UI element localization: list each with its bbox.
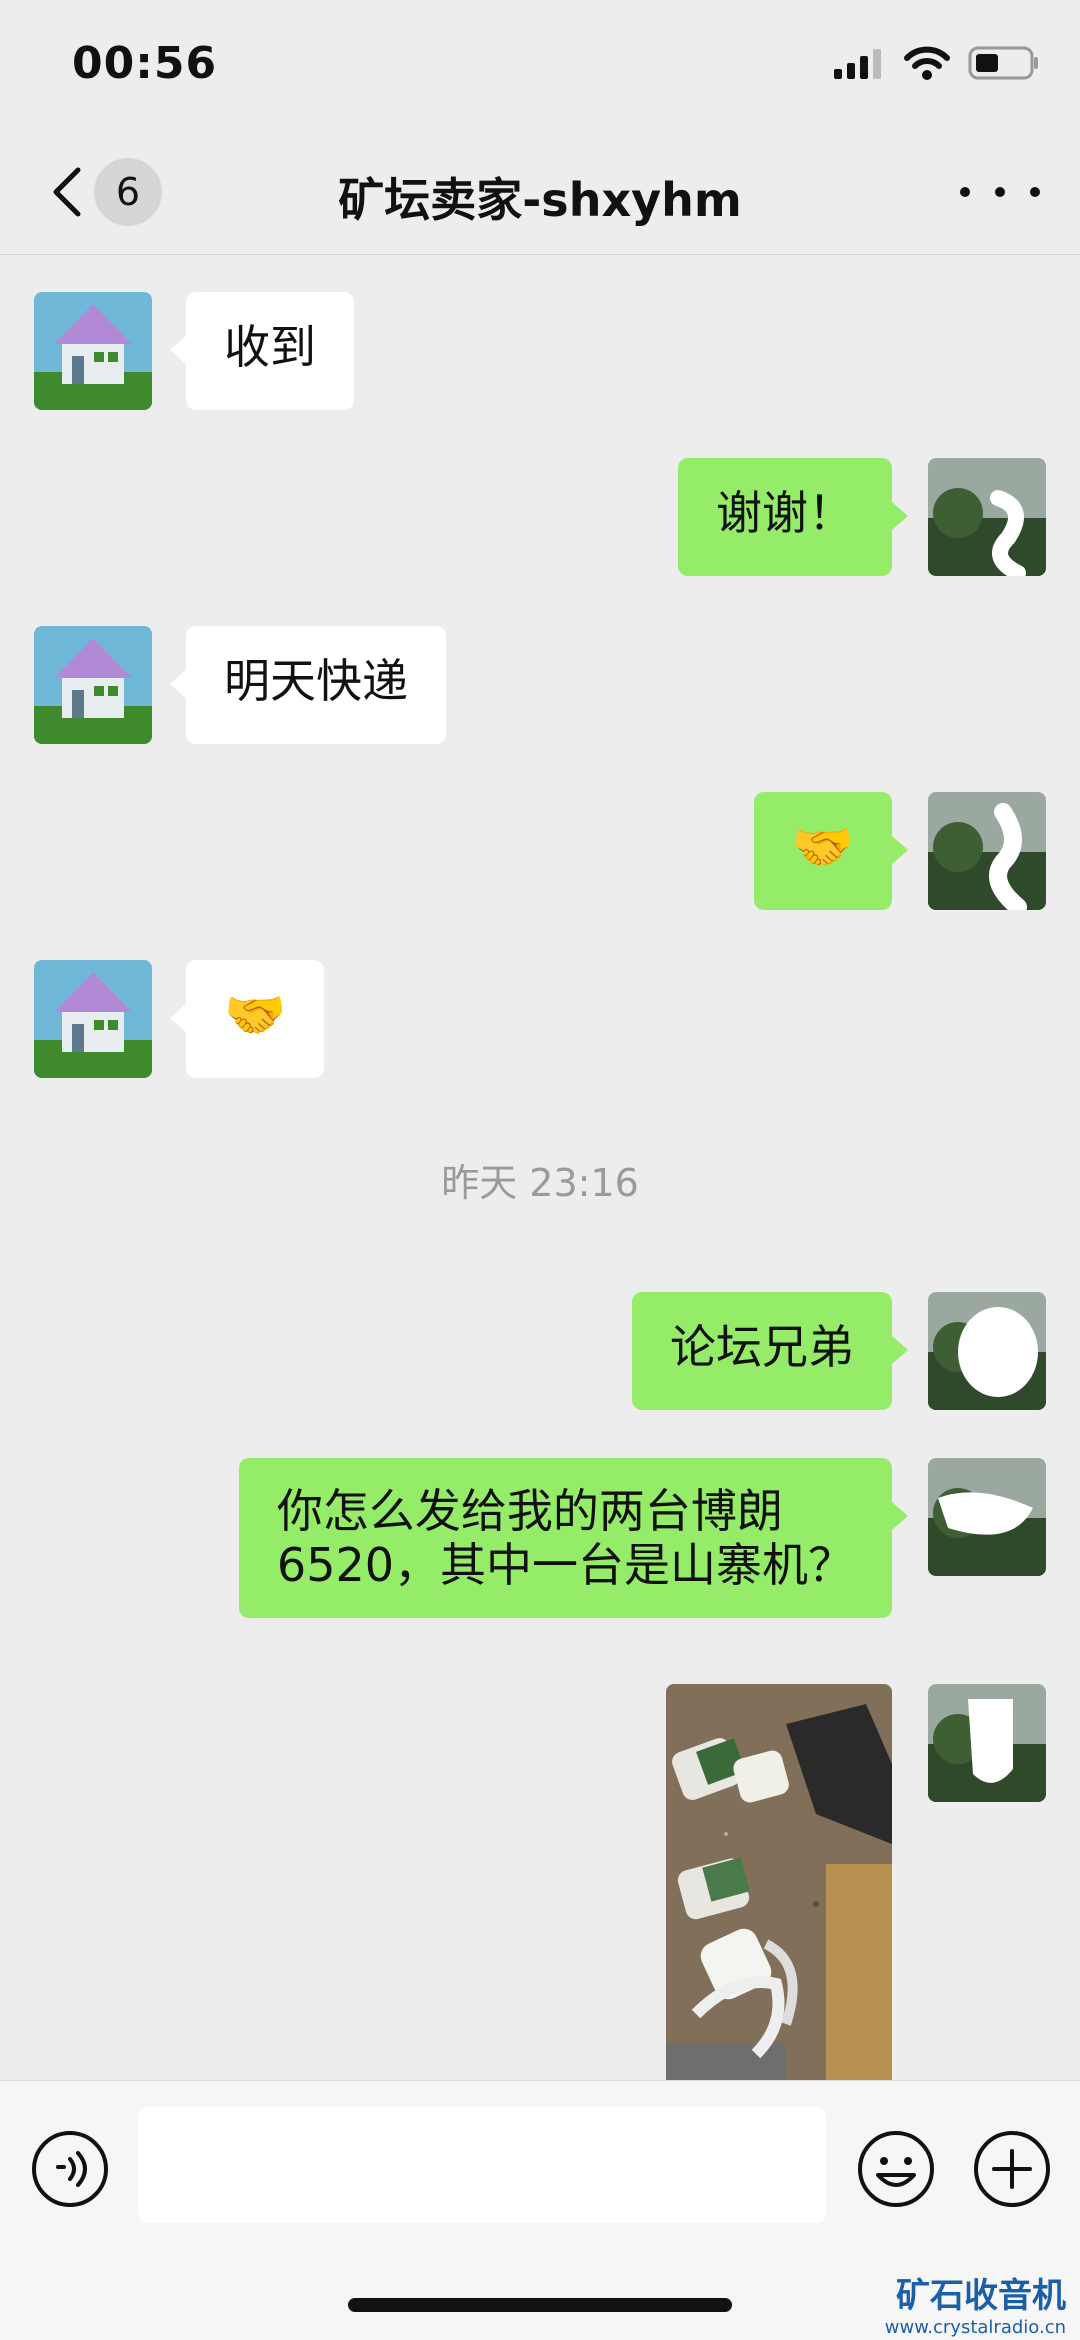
photo-message[interactable]: [666, 1684, 892, 2087]
watermark-url: www.crystalradio.cn: [884, 2317, 1066, 2338]
chat-header: 6 矿坛卖家-shxyhm: [0, 130, 1080, 255]
contact-avatar[interactable]: [34, 292, 152, 410]
signal-icon: [834, 49, 881, 79]
back-chevron-icon[interactable]: [40, 162, 100, 222]
my-avatar[interactable]: [928, 1292, 1046, 1410]
battery-icon: [968, 46, 1038, 80]
unread-count-badge[interactable]: 6: [94, 158, 162, 226]
message-text-line: 你怎么发给我的两台博朗: [276, 1484, 783, 1538]
my-avatar[interactable]: [928, 1684, 1046, 1802]
watermark-title: 矿石收音机: [896, 2276, 1066, 2316]
my-avatar[interactable]: [928, 458, 1046, 576]
wifi-icon: [904, 46, 950, 80]
add-attachment-icon[interactable]: [972, 2129, 1052, 2209]
voice-input-icon[interactable]: [30, 2129, 110, 2209]
emoji-icon[interactable]: [856, 2129, 936, 2209]
message-row: 🤝: [0, 924, 1080, 1114]
message-row: 收到: [0, 256, 1080, 446]
message-list[interactable]: 收到 谢谢！ 明天快递 🤝 🤝 昨天 23:16 论坛兄弟 你怎么发给我的两台博…: [0, 256, 1080, 2087]
incoming-message-bubble[interactable]: 🤝: [169, 960, 325, 1078]
my-avatar[interactable]: [928, 792, 1046, 910]
status-bar: 00:56: [0, 0, 1080, 130]
outgoing-message-bubble[interactable]: 谢谢！: [678, 458, 908, 576]
outgoing-message-bubble[interactable]: 论坛兄弟: [632, 1292, 908, 1410]
message-row: 论坛兄弟: [0, 1256, 1080, 1446]
outgoing-message-bubble[interactable]: 你怎么发给我的两台博朗 6520，其中一台是山寨机？: [238, 1458, 909, 1618]
incoming-message-bubble[interactable]: 收到: [170, 292, 354, 410]
message-text-line: 6520，其中一台是山寨机？: [276, 1538, 854, 1592]
message-input[interactable]: [138, 2107, 826, 2223]
more-options-icon[interactable]: [960, 170, 1040, 214]
status-time: 00:56: [72, 38, 218, 89]
message-row: 明天快递: [0, 590, 1080, 780]
outgoing-message-bubble[interactable]: 🤝: [753, 792, 909, 910]
contact-avatar[interactable]: [34, 960, 152, 1078]
incoming-message-bubble[interactable]: 明天快递: [170, 626, 446, 744]
message-row: [0, 1648, 1080, 2088]
message-row: 🤝: [0, 756, 1080, 946]
status-icons: [834, 46, 1040, 80]
chat-title: 矿坛卖家-shxyhm: [338, 173, 742, 227]
site-watermark: 矿石收音机 www.crystalradio.cn: [885, 2268, 1066, 2338]
home-indicator[interactable]: [348, 2298, 732, 2312]
contact-avatar[interactable]: [34, 626, 152, 744]
my-avatar[interactable]: [928, 1458, 1046, 1576]
time-divider: 昨天 23:16: [441, 1161, 639, 1205]
message-row: 谢谢！: [0, 422, 1080, 612]
message-row: 你怎么发给我的两台博朗 6520，其中一台是山寨机？: [0, 1422, 1080, 1642]
